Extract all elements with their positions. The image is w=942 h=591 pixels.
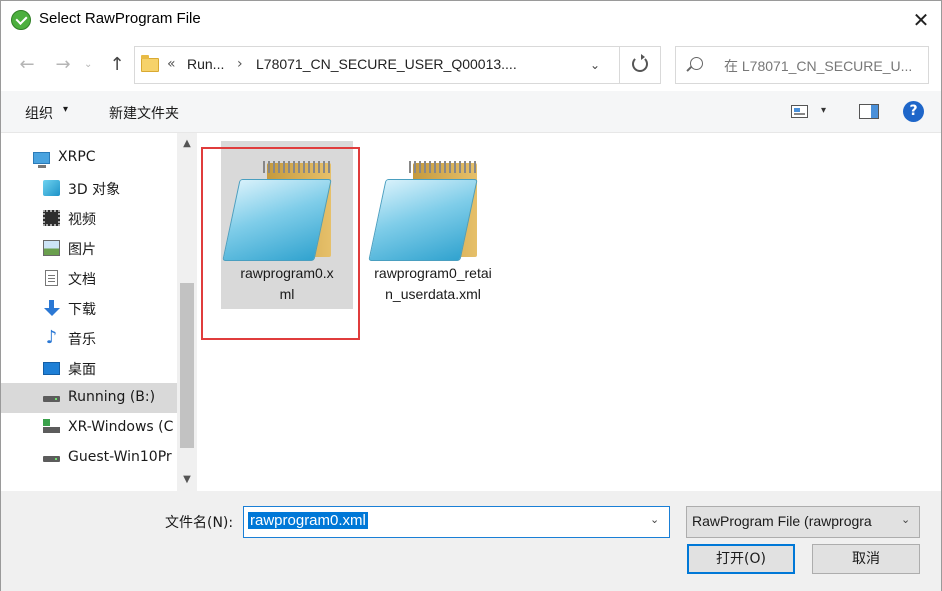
file-name: rawprogram0_retain_userdata.xml <box>367 263 499 305</box>
file-open-dialog: Select RawProgram File ✕ ← → ⌄ ↑ « Run..… <box>0 0 942 591</box>
music-icon: ♪ <box>45 327 58 348</box>
dialog-title: Select RawProgram File <box>39 10 201 27</box>
notepad-file-icon <box>368 155 483 263</box>
file-type-filter-value: RawProgram File (rawprogra <box>692 513 872 529</box>
recent-locations-chevron-icon[interactable]: ⌄ <box>84 53 92 77</box>
file-type-filter-select[interactable]: RawProgram File (rawprogra ⌄ <box>686 506 920 538</box>
organize-dropdown-icon[interactable]: ▾ <box>63 104 68 115</box>
filename-value[interactable]: rawprogram0.xml <box>248 512 368 529</box>
filename-label: 文件名(N): <box>165 515 234 531</box>
command-toolbar: 组织 ▾ 新建文件夹 ▾ ? <box>1 91 941 133</box>
open-button[interactable]: 打开(O) <box>687 544 795 574</box>
navigation-pane: XRPC 3D 对象 视频 图片 文档 下载 ♪ 音乐 桌面 Running (… <box>1 133 197 491</box>
organize-button[interactable]: 组织 <box>25 103 53 123</box>
filename-input[interactable]: rawprogram0.xml ⌄ <box>243 506 670 538</box>
windows-drive-icon <box>43 419 60 433</box>
sidebar-item-label: 桌面 <box>68 362 96 378</box>
download-arrow-icon <box>11 10 31 30</box>
scroll-down-icon[interactable]: ▼ <box>177 472 197 488</box>
drive-icon <box>43 396 60 402</box>
file-name-text: rawprogram0_retain_userdata.xml <box>374 265 492 302</box>
address-bar[interactable]: « Run... › L78071_CN_SECURE_USER_Q00013.… <box>134 46 661 84</box>
sidebar-item-label: 音乐 <box>68 332 96 348</box>
file-item-rawprogram0[interactable]: rawprogram0.xml <box>221 141 353 309</box>
folder-icon <box>141 55 159 72</box>
sidebar-item-3d-objects[interactable]: 3D 对象 <box>1 173 177 203</box>
desktop-icon <box>43 362 60 375</box>
view-options-dropdown-icon[interactable]: ▾ <box>821 105 826 116</box>
sidebar-item-label: XR-Windows (C <box>68 419 174 435</box>
refresh-button[interactable] <box>619 47 660 83</box>
filename-history-dropdown-icon[interactable]: ⌄ <box>650 513 659 526</box>
breadcrumb-segment[interactable]: L78071_CN_SECURE_USER_Q00013.... <box>256 56 517 72</box>
scroll-up-icon[interactable]: ▲ <box>177 136 197 152</box>
documents-icon <box>45 270 58 286</box>
sidebar-item-downloads[interactable]: 下载 <box>1 293 177 323</box>
cancel-button[interactable]: 取消 <box>812 544 920 574</box>
chevron-down-icon[interactable]: ⌄ <box>901 513 910 526</box>
file-name-text: rawprogram0.xml <box>240 265 334 302</box>
up-arrow-icon[interactable]: ↑ <box>105 53 129 77</box>
file-item-rawprogram0-retain-userdata[interactable]: rawprogram0_retain_userdata.xml <box>367 141 499 309</box>
search-icon <box>690 57 703 70</box>
address-overflow[interactable]: « <box>167 56 176 72</box>
file-name: rawprogram0.xml <box>221 263 353 305</box>
title-bar: Select RawProgram File ✕ <box>1 1 941 39</box>
sidebar-item-label: 图片 <box>68 242 96 258</box>
sidebar-item-running-drive[interactable]: Running (B:) <box>1 383 177 413</box>
sidebar-item-music[interactable]: ♪ 音乐 <box>1 323 177 353</box>
pictures-icon <box>43 240 60 256</box>
forward-arrow-icon[interactable]: → <box>51 53 75 77</box>
sidebar-item-videos[interactable]: 视频 <box>1 203 177 233</box>
breadcrumb-separator-icon[interactable]: › <box>237 56 243 72</box>
drive-icon <box>43 456 60 462</box>
address-dropdown-icon[interactable]: ⌄ <box>585 55 605 75</box>
sidebar-item-desktop[interactable]: 桌面 <box>1 353 177 383</box>
sidebar-item-pictures[interactable]: 图片 <box>1 233 177 263</box>
breadcrumb-segment[interactable]: Run... <box>187 56 224 72</box>
dialog-footer: 文件名(N): rawprogram0.xml ⌄ RawProgram Fil… <box>1 491 941 591</box>
sidebar-item-label: XRPC <box>58 149 96 165</box>
new-folder-button[interactable]: 新建文件夹 <box>109 103 179 123</box>
sidebar-item-label: Guest-Win10Pr <box>68 449 172 465</box>
search-box[interactable]: 在 L78071_CN_SECURE_U... <box>675 46 929 84</box>
file-list: rawprogram0.xml rawprogram0_retain_userd… <box>197 133 941 491</box>
help-icon[interactable]: ? <box>903 101 924 122</box>
sidebar-item-label: 视频 <box>68 212 96 228</box>
back-arrow-icon[interactable]: ← <box>15 53 39 77</box>
sidebar-item-label: Running (B:) <box>68 389 156 405</box>
navigation-bar: ← → ⌄ ↑ « Run... › L78071_CN_SECURE_USER… <box>1 39 941 91</box>
sidebar-scrollbar[interactable]: ▲ ▼ <box>177 133 197 491</box>
sidebar-item-this-pc[interactable]: XRPC <box>1 143 177 173</box>
sidebar-item-label: 下载 <box>68 302 96 318</box>
scrollbar-thumb[interactable] <box>180 283 194 448</box>
change-view-icon[interactable] <box>791 105 808 118</box>
notepad-file-icon <box>222 155 337 263</box>
sidebar-item-guest-drive[interactable]: Guest-Win10Pr <box>1 443 177 473</box>
computer-icon <box>33 152 50 168</box>
downloads-icon <box>43 300 60 316</box>
video-icon <box>43 210 60 226</box>
3d-objects-icon <box>43 180 60 196</box>
sidebar-item-xr-windows-drive[interactable]: XR-Windows (C <box>1 413 177 443</box>
search-placeholder: 在 L78071_CN_SECURE_U... <box>724 58 913 74</box>
preview-pane-icon[interactable] <box>859 104 879 119</box>
sidebar-item-label: 文档 <box>68 272 96 288</box>
close-button[interactable]: ✕ <box>901 5 941 35</box>
sidebar-item-documents[interactable]: 文档 <box>1 263 177 293</box>
refresh-icon <box>632 54 648 72</box>
sidebar-item-label: 3D 对象 <box>68 182 121 198</box>
